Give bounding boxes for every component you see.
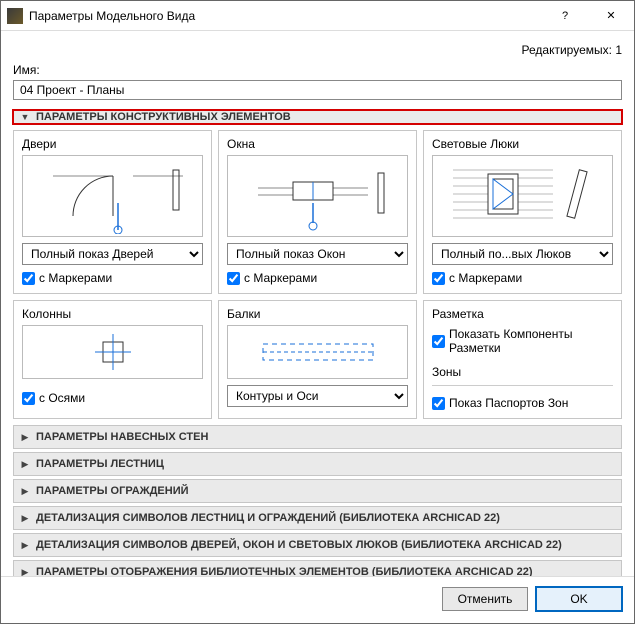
app-icon [7,8,23,24]
ok-button[interactable]: OK [536,587,622,611]
section-construction-elements[interactable]: ▼ ПАРАМЕТРЫ КОНСТРУКТИВНЫХ ЭЛЕМЕНТОВ [13,110,622,124]
panel-skylights: Световые Люки [423,130,622,294]
skylights-title: Световые Люки [432,137,613,151]
columns-axes-label: с Осями [39,391,85,405]
windows-preview [227,155,408,237]
skylights-preview [432,155,613,237]
section-collapsed-3[interactable]: ▶ ДЕТАЛИЗАЦИЯ СИМВОЛОВ ЛЕСТНИЦ И ОГРАЖДЕН… [13,506,622,530]
doors-title: Двери [22,137,203,151]
titlebar: Параметры Модельного Вида ? ✕ [1,1,634,31]
skylights-markers-check[interactable]: с Маркерами [432,271,613,285]
columns-axes-check[interactable]: с Осями [22,391,203,405]
cancel-button[interactable]: Отменить [442,587,528,611]
help-button[interactable]: ? [542,1,588,30]
panel-beams: Балки Контуры и Оси [218,300,417,419]
section-title: ПАРАМЕТРЫ НАВЕСНЫХ СТЕН [36,431,208,443]
section-collapsed-2[interactable]: ▶ ПАРАМЕТРЫ ОГРАЖДЕНИЙ [13,479,622,503]
section-collapsed-1[interactable]: ▶ ПАРАМЕТРЫ ЛЕСТНИЦ [13,452,622,476]
markup-components-label: Показать Компоненты Разметки [449,327,613,355]
columns-title: Колонны [22,307,203,321]
windows-title: Окна [227,137,408,151]
section-title: ПАРАМЕТРЫ ЛЕСТНИЦ [36,458,164,470]
editable-count: Редактируемых: 1 [13,43,622,57]
editable-count-value: 1 [615,43,622,57]
panel-columns: Колонны с Осями [13,300,212,419]
section-title: ПАРАМЕТРЫ ОГРАЖДЕНИЙ [36,485,189,497]
columns-preview [22,325,203,379]
section-title: ПАРАМЕТРЫ КОНСТРУКТИВНЫХ ЭЛЕМЕНТОВ [36,111,291,123]
doors-markers-checkbox[interactable] [22,272,35,285]
doors-preview [22,155,203,237]
zones-title: Зоны [432,365,613,379]
windows-markers-check[interactable]: с Маркерами [227,271,408,285]
triangle-right-icon: ▶ [20,459,30,469]
windows-markers-label: с Маркерами [244,271,317,285]
doors-display-combo[interactable]: Полный показ Дверей [22,243,203,265]
triangle-right-icon: ▶ [20,432,30,442]
panel-markup-zones: Разметка Показать Компоненты Разметки Зо… [423,300,622,419]
columns-axes-checkbox[interactable] [22,392,35,405]
triangle-down-icon: ▼ [20,112,30,122]
beams-preview [227,325,408,379]
name-input[interactable] [13,80,622,100]
section-collapsed-4[interactable]: ▶ ДЕТАЛИЗАЦИЯ СИМВОЛОВ ДВЕРЕЙ, ОКОН И СВЕ… [13,533,622,557]
markup-components-check[interactable]: Показать Компоненты Разметки [432,327,613,355]
zones-passports-label: Показ Паспортов Зон [449,396,568,410]
skylights-display-combo[interactable]: Полный по...вых Люков [432,243,613,265]
skylights-markers-checkbox[interactable] [432,272,445,285]
dialog-footer: Отменить OK [1,576,634,623]
editable-label: Редактируемых: [522,43,612,57]
markup-title: Разметка [432,307,613,321]
section-title: ДЕТАЛИЗАЦИЯ СИМВОЛОВ ЛЕСТНИЦ И ОГРАЖДЕНИ… [36,512,500,524]
triangle-right-icon: ▶ [20,486,30,496]
panel-doors: Двери Полный показ Дверей [13,130,212,294]
windows-markers-checkbox[interactable] [227,272,240,285]
triangle-right-icon: ▶ [20,540,30,550]
section-title: ДЕТАЛИЗАЦИЯ СИМВОЛОВ ДВЕРЕЙ, ОКОН И СВЕТ… [36,539,562,551]
triangle-right-icon: ▶ [20,513,30,523]
content-area: Редактируемых: 1 Имя: ▼ ПАРАМЕТРЫ КОНСТР… [1,31,634,576]
triangle-right-icon: ▶ [20,567,30,576]
windows-display-combo[interactable]: Полный показ Окон [227,243,408,265]
zones-passports-check[interactable]: Показ Паспортов Зон [432,396,613,410]
dialog-window: Параметры Модельного Вида ? ✕ Редактируе… [0,0,635,624]
doors-markers-label: с Маркерами [39,271,112,285]
zones-passports-checkbox[interactable] [432,397,445,410]
window-title: Параметры Модельного Вида [29,9,542,23]
section-collapsed-0[interactable]: ▶ ПАРАМЕТРЫ НАВЕСНЫХ СТЕН [13,425,622,449]
markup-components-checkbox[interactable] [432,335,445,348]
section-title: ПАРАМЕТРЫ ОТОБРАЖЕНИЯ БИБЛИОТЕЧНЫХ ЭЛЕМЕ… [36,566,533,576]
beams-display-combo[interactable]: Контуры и Оси [227,385,408,407]
name-label: Имя: [13,63,622,77]
close-button[interactable]: ✕ [588,1,634,30]
panel-windows: Окна Полный показ Окон [218,130,417,294]
beams-title: Балки [227,307,408,321]
section-collapsed-5[interactable]: ▶ ПАРАМЕТРЫ ОТОБРАЖЕНИЯ БИБЛИОТЕЧНЫХ ЭЛЕМ… [13,560,622,576]
skylights-markers-label: с Маркерами [449,271,522,285]
doors-markers-check[interactable]: с Маркерами [22,271,203,285]
